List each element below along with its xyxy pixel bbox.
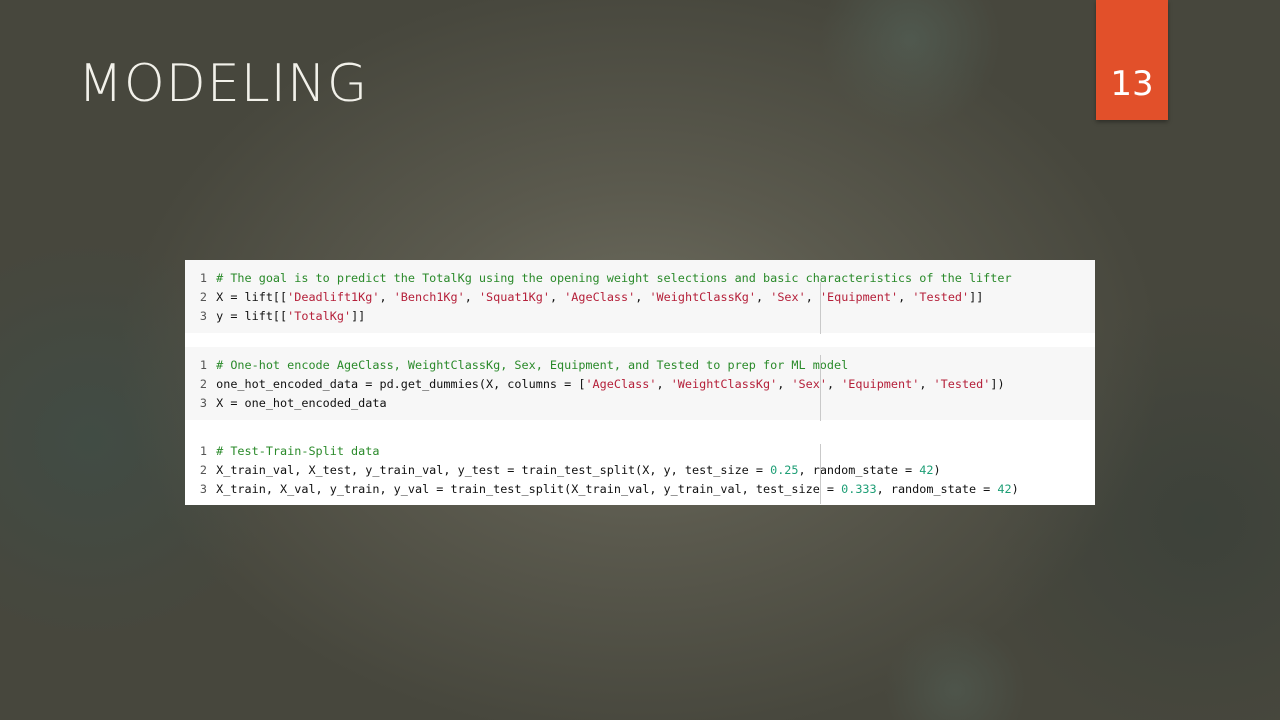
code-text: X = lift[[ bbox=[216, 290, 288, 304]
code-text: X_train_val, X_test, y_train_val, y_test… bbox=[216, 463, 771, 477]
code-line: 3 y = lift[['TotalKg']] bbox=[185, 307, 1012, 326]
editor-divider-line bbox=[820, 282, 821, 334]
code-number: 42 bbox=[997, 482, 1012, 496]
code-string: 'Tested' bbox=[912, 290, 970, 304]
line-number: 1 bbox=[199, 271, 207, 285]
code-comment: # The goal is to predict the TotalKg usi… bbox=[216, 271, 1012, 285]
code-line: 2 X = lift[['Deadlift1Kg', 'Bench1Kg', '… bbox=[185, 288, 1012, 307]
line-number: 1 bbox=[199, 358, 207, 372]
code-text: , bbox=[826, 377, 842, 391]
code-string: 'WeightClassKg' bbox=[670, 377, 778, 391]
code-number: 0.333 bbox=[841, 482, 877, 496]
slide-number-badge: 13 bbox=[1096, 0, 1168, 120]
code-text: ]] bbox=[969, 290, 984, 304]
line-number: 2 bbox=[199, 377, 207, 391]
code-cell-train-test-split: 1 # Test-Train-Split data 2 X_train_val, … bbox=[185, 433, 1095, 505]
line-number: 2 bbox=[199, 463, 207, 477]
code-string: 'AgeClass' bbox=[564, 290, 636, 304]
code-line: 2 one_hot_encoded_data = pd.get_dummies(… bbox=[185, 375, 1005, 394]
code-string: 'Sex' bbox=[770, 290, 806, 304]
code-text: , bbox=[464, 290, 479, 304]
code-text: ) bbox=[933, 463, 941, 477]
code-text: , bbox=[777, 377, 792, 391]
code-string: 'Tested' bbox=[933, 377, 991, 391]
code-line: 2 X_train_val, X_test, y_train_val, y_te… bbox=[185, 461, 1019, 480]
code-text: , bbox=[635, 290, 650, 304]
code-text: X_train, X_val, y_train, y_val = train_t… bbox=[216, 482, 842, 496]
code-text: ]] bbox=[351, 309, 366, 323]
slide-title: MODELING bbox=[78, 54, 369, 114]
code-string: 'Bench1Kg' bbox=[393, 290, 465, 304]
code-text: , bbox=[805, 290, 820, 304]
code-cell-body: 1 # The goal is to predict the TotalKg u… bbox=[185, 269, 1012, 326]
code-text: , random_state = bbox=[876, 482, 998, 496]
line-number: 3 bbox=[199, 309, 207, 323]
line-number: 3 bbox=[199, 482, 207, 496]
line-number: 2 bbox=[199, 290, 207, 304]
slide-number: 13 bbox=[1110, 64, 1154, 104]
code-string: 'Sex' bbox=[791, 377, 827, 391]
code-cell-one-hot-encode: 1 # One-hot encode AgeClass, WeightClass… bbox=[185, 347, 1095, 420]
code-number: 42 bbox=[919, 463, 934, 477]
code-screenshot: 1 # The goal is to predict the TotalKg u… bbox=[185, 260, 1095, 505]
code-line: 1 # The goal is to predict the TotalKg u… bbox=[185, 269, 1012, 288]
code-text: , bbox=[756, 290, 771, 304]
code-line: 3 X_train, X_val, y_train, y_val = train… bbox=[185, 480, 1019, 499]
code-cell-body: 1 # Test-Train-Split data 2 X_train_val, … bbox=[185, 442, 1019, 499]
code-text: , bbox=[379, 290, 394, 304]
editor-divider-line bbox=[820, 444, 821, 504]
line-number: 1 bbox=[199, 444, 207, 458]
code-cell-body: 1 # One-hot encode AgeClass, WeightClass… bbox=[185, 356, 1005, 413]
code-line: 1 # Test-Train-Split data bbox=[185, 442, 1019, 461]
code-string: 'AgeClass' bbox=[585, 377, 657, 391]
code-string: 'Equipment' bbox=[841, 377, 920, 391]
code-line: 1 # One-hot encode AgeClass, WeightClass… bbox=[185, 356, 1005, 375]
code-cell-define-features: 1 # The goal is to predict the TotalKg u… bbox=[185, 260, 1095, 333]
code-string: 'Deadlift1Kg' bbox=[287, 290, 380, 304]
code-comment: # Test-Train-Split data bbox=[216, 444, 380, 458]
code-text: ]) bbox=[990, 377, 1005, 391]
code-string: 'TotalKg' bbox=[287, 309, 352, 323]
code-string: 'Squat1Kg' bbox=[478, 290, 550, 304]
code-string: 'Equipment' bbox=[819, 290, 899, 304]
code-text: ) bbox=[1011, 482, 1019, 496]
code-text: one_hot_encoded_data = pd.get_dummies(X,… bbox=[216, 377, 586, 391]
code-text: , bbox=[549, 290, 565, 304]
editor-divider-line bbox=[820, 355, 821, 421]
code-text: , bbox=[898, 290, 913, 304]
code-text: y = lift[[ bbox=[216, 309, 288, 323]
code-text: , random_state = bbox=[798, 463, 920, 477]
line-number: 3 bbox=[199, 396, 207, 410]
code-text: , bbox=[919, 377, 934, 391]
code-comment: # One-hot encode AgeClass, WeightClassKg… bbox=[216, 358, 849, 372]
code-text: X = one_hot_encoded_data bbox=[216, 396, 387, 410]
code-text: , bbox=[656, 377, 671, 391]
code-line: 3 X = one_hot_encoded_data bbox=[185, 394, 1005, 413]
code-string: 'WeightClassKg' bbox=[649, 290, 756, 304]
code-number: 0.25 bbox=[770, 463, 799, 477]
